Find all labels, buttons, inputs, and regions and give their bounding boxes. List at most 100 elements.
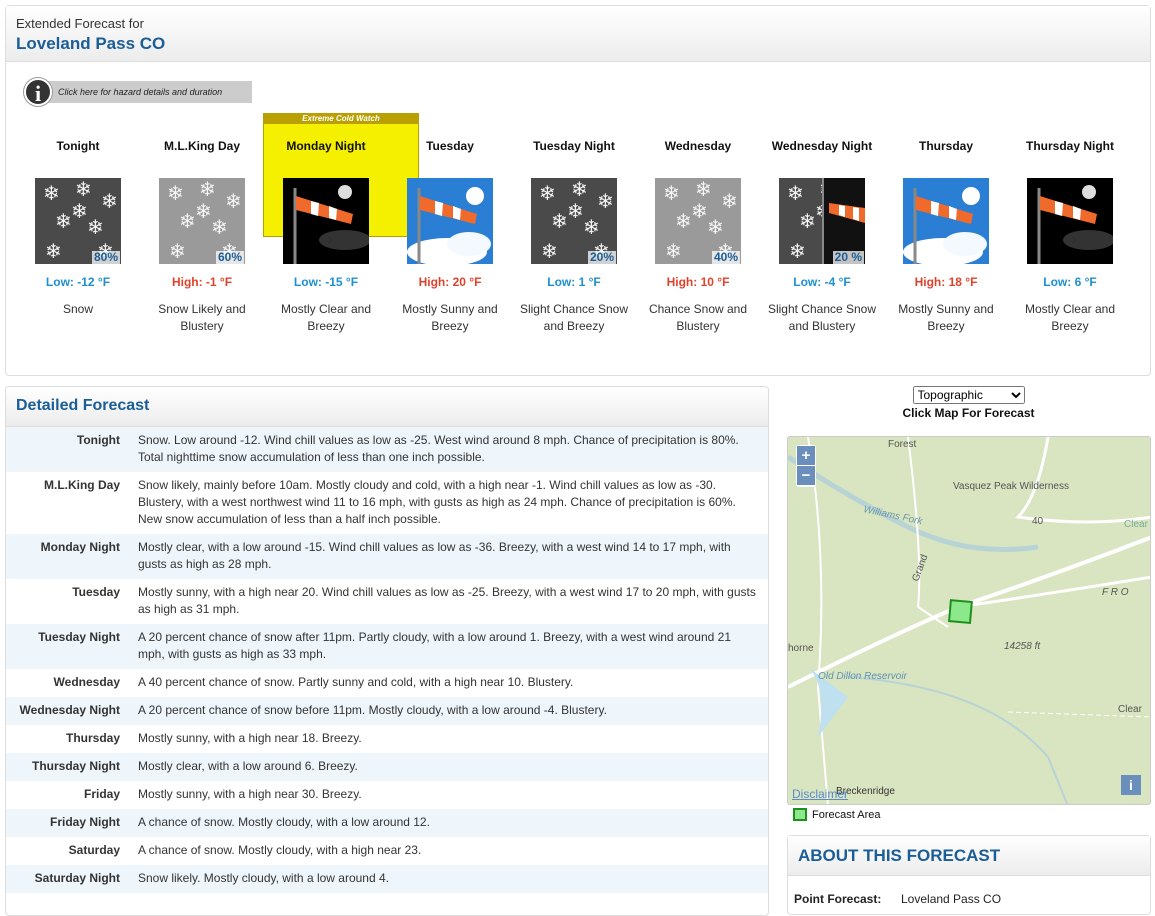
forecast-row: Saturday A chance of snow. Mostly cloudy,… [6, 837, 768, 865]
map-info-button[interactable]: i [1121, 775, 1141, 795]
panel-header: Extended Forecast for Loveland Pass CO [6, 6, 1150, 62]
short-description: Slight Chance Snow and Blustery [767, 302, 877, 333]
weather-wind-night-icon[interactable] [1027, 178, 1113, 264]
precip-chance: 40% [711, 250, 740, 264]
temperature: Low: -15 °F [293, 275, 359, 289]
row-period: Saturday Night [34, 871, 120, 885]
forecast-row: Tonight Snow. Low around -12. Wind chill … [6, 427, 768, 472]
svg-text:❄: ❄ [663, 181, 680, 205]
short-description: Mostly Sunny and Breezy [898, 302, 994, 333]
temperature: Low: -12 °F [45, 275, 111, 289]
row-period: Tonight [76, 433, 120, 447]
svg-text:❄: ❄ [43, 181, 60, 205]
forecast-row: Thursday Night Mostly clear, with a low a… [6, 753, 768, 781]
forecast-row: Friday Night A chance of snow. Mostly clo… [6, 809, 768, 837]
detailed-forecast-panel: Detailed Forecast Tonight Snow. Low aroun… [5, 386, 769, 916]
hazard-banner[interactable]: Extreme Cold Watch [263, 113, 419, 124]
svg-text:❄: ❄ [71, 199, 88, 223]
svg-text:❄: ❄ [195, 199, 212, 223]
forecast-row: Monday Night Mostly clear, with a low aro… [6, 534, 768, 579]
svg-text:❄: ❄ [225, 189, 242, 213]
svg-text:❄: ❄ [539, 181, 556, 205]
weather-wind-day-icon[interactable] [407, 178, 493, 264]
weather-wind-day-icon[interactable] [903, 178, 989, 264]
short-description: Mostly Sunny and Breezy [402, 302, 498, 333]
svg-text:❄: ❄ [721, 189, 738, 213]
map-label: Forest [888, 439, 917, 450]
short-description: Snow Likely and Blustery [158, 302, 246, 333]
zoom-out-button[interactable]: − [797, 466, 815, 485]
row-period: Thursday Night [31, 759, 120, 773]
period-name: Monday Night [286, 139, 366, 153]
period-name: Wednesday [664, 139, 732, 153]
svg-text:❄: ❄ [101, 189, 118, 213]
map-label: Vasquez Peak Wilderness [953, 481, 1069, 492]
info-icon: i [24, 78, 52, 106]
map-legend: Forecast Area [793, 808, 880, 821]
temperature: High: 20 °F [418, 275, 482, 289]
forecast-row: Thursday Mostly sunny, with a high near 1… [6, 725, 768, 753]
short-description: Chance Snow and Blustery [648, 302, 748, 333]
forecast-map[interactable]: Forest Vasquez Peak Wilderness Williams … [787, 436, 1151, 805]
row-text: A chance of snow. Mostly cloudy, with a … [138, 843, 422, 857]
svg-text:❄: ❄ [789, 239, 806, 263]
weather-snow-wind-night-icon[interactable]: ❄❄❄❄❄❄❄❄20 % [779, 178, 865, 264]
row-period: Monday Night [40, 540, 120, 554]
svg-text:❄: ❄ [787, 181, 804, 205]
map-layer-select[interactable]: Topographic [912, 386, 1025, 404]
map-label: Old Dillon Reservoir [818, 671, 908, 682]
period-name: Wednesday Night [771, 139, 873, 153]
about-title: ABOUT THIS FORECAST [788, 836, 1150, 876]
row-text: A 20 percent chance of snow after 11pm. … [138, 630, 731, 661]
temperature: High: -1 °F [171, 275, 233, 289]
svg-text:❄: ❄ [87, 215, 104, 239]
disclaimer-link[interactable]: Disclaimer [792, 787, 848, 801]
row-text: A 20 percent chance of snow before 11pm.… [138, 703, 607, 717]
svg-text:❄: ❄ [583, 215, 600, 239]
map-terrain: Forest Vasquez Peak Wilderness Williams … [788, 437, 1150, 804]
row-text: Snow likely, mainly before 10am. Mostly … [138, 478, 736, 526]
map-label: 14258 ft [1004, 641, 1041, 652]
row-text: Mostly clear, with a low around -15. Win… [138, 540, 731, 571]
map-label: Clear [1118, 704, 1143, 715]
point-forecast-value: Loveland Pass CO [901, 892, 1002, 906]
map-label: Clear [1124, 519, 1149, 530]
period-name: Thursday [918, 139, 973, 153]
svg-text:❄: ❄ [45, 239, 62, 263]
row-text: Mostly sunny, with a high near 30. Breez… [138, 787, 362, 801]
forecast-row: Saturday Night Snow likely. Mostly cloudy… [6, 865, 768, 893]
svg-text:❄: ❄ [55, 209, 72, 233]
map-label: 40 [1032, 516, 1044, 527]
weather-snow-light-icon[interactable]: ❄❄❄❄❄❄❄❄40% [655, 178, 741, 264]
svg-text:❄: ❄ [571, 178, 588, 201]
row-text: Snow likely. Mostly cloudy, with a low a… [138, 871, 389, 885]
short-description: Slight Chance Snow and Breezy [519, 302, 629, 333]
weather-snow-icon[interactable]: ❄❄❄❄❄❄❄❄20% [531, 178, 617, 264]
short-description: Snow [62, 302, 94, 316]
weather-snow-light-icon[interactable]: ❄❄❄❄❄❄❄❄60% [159, 178, 245, 264]
header-subtitle: Extended Forecast for [16, 16, 144, 31]
svg-text:❄: ❄ [551, 209, 568, 233]
precip-chance: 20 % [832, 250, 864, 264]
temperature: Low: 6 °F [1043, 275, 1097, 289]
row-period: Thursday [65, 731, 120, 745]
legend-label: Forecast Area [812, 808, 881, 821]
svg-text:❄: ❄ [75, 178, 92, 201]
period-name: Tuesday Night [533, 139, 615, 153]
precip-chance: 20% [587, 250, 616, 264]
row-text: Mostly clear, with a low around 6. Breez… [138, 759, 358, 773]
period-name: Tonight [56, 139, 100, 153]
row-period: Wednesday [53, 675, 120, 689]
weather-wind-night-icon[interactable] [283, 178, 369, 264]
forecast-row: Wednesday A 40 percent chance of snow. Pa… [6, 669, 768, 697]
zoom-control: + − [796, 445, 816, 487]
hazard-details-button[interactable]: i Click here for hazard details and dura… [24, 78, 252, 106]
zoom-in-button[interactable]: + [797, 446, 815, 465]
map-label: Grand [910, 553, 930, 583]
row-text: A 40 percent chance of snow. Partly sunn… [138, 675, 574, 689]
forecast-area-swatch [793, 808, 807, 821]
svg-text:❄: ❄ [167, 181, 184, 205]
svg-text:❄: ❄ [695, 178, 712, 201]
forecast-panel: Extended Forecast for Loveland Pass CO i… [5, 5, 1151, 376]
weather-snow-icon[interactable]: ❄❄❄❄❄❄❄❄80% [35, 178, 121, 264]
